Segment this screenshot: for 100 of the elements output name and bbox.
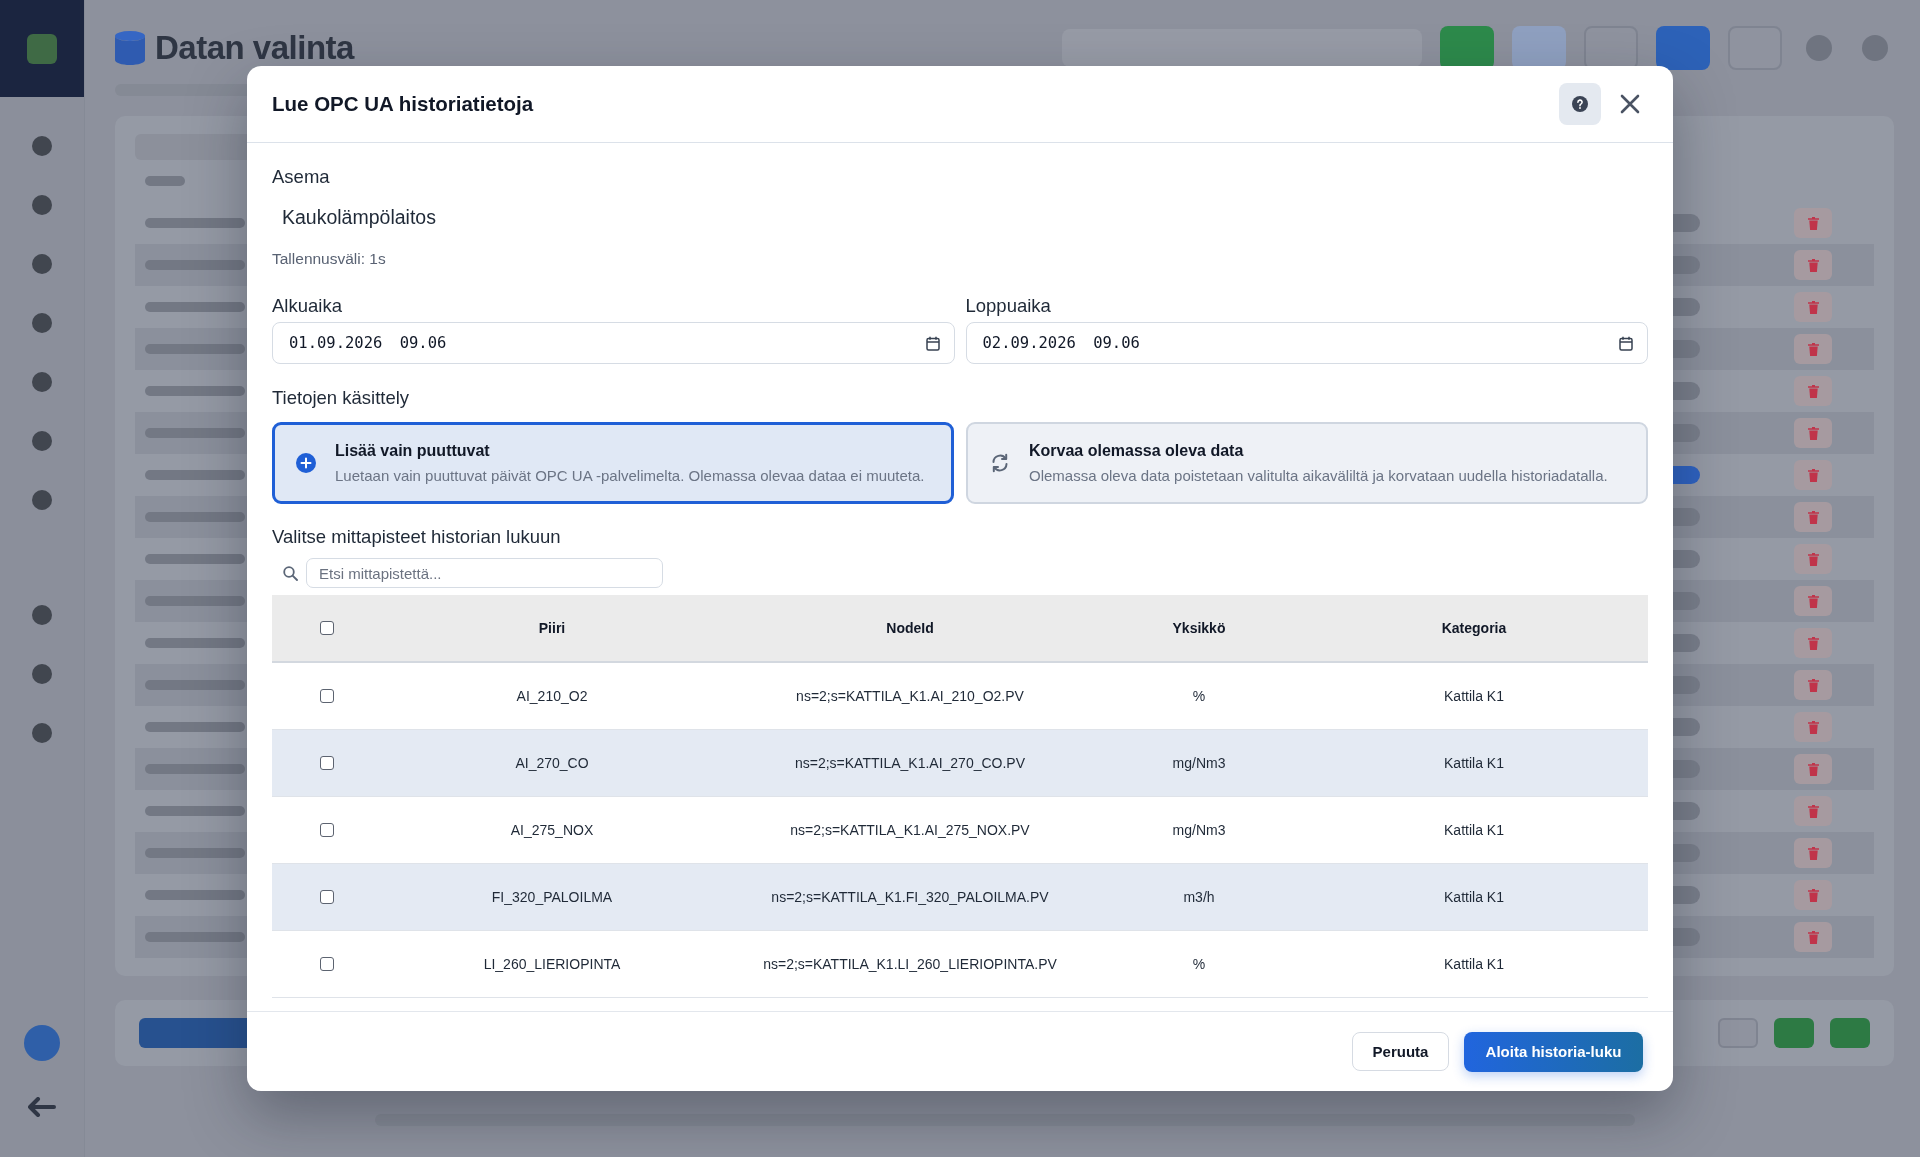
nav-icon[interactable] [32, 664, 52, 684]
table-cell: m3/h [1183, 889, 1215, 905]
table-cell: mg/Nm3 [1172, 822, 1226, 838]
dialog-title: Lue OPC UA historiatietoja [272, 92, 535, 116]
column-header: Yksikkö [1172, 620, 1226, 636]
delete-button[interactable] [1794, 502, 1832, 532]
delete-button[interactable] [1794, 376, 1832, 406]
close-button[interactable] [1619, 93, 1641, 115]
nav-icon[interactable] [32, 372, 52, 392]
refresh-icon [990, 453, 1010, 473]
checkbox[interactable] [320, 890, 334, 904]
delete-button[interactable] [1794, 712, 1832, 742]
toolbar-button[interactable] [1656, 26, 1710, 70]
table-cell: % [1192, 956, 1206, 972]
delete-button[interactable] [1794, 922, 1832, 952]
checkbox[interactable] [320, 957, 334, 971]
option-description: Olemassa oleva data poistetaan valitulta aikaväliltä ja korvataan uudella historiadatalla. [1029, 466, 1608, 485]
trash-icon [1807, 426, 1819, 440]
nav-icon[interactable] [32, 254, 52, 274]
checkbox[interactable] [320, 756, 334, 770]
trash-icon [1807, 258, 1819, 272]
nav-icon[interactable] [32, 431, 52, 451]
table-cell: Kattila K1 [1444, 956, 1504, 972]
trash-icon [1807, 594, 1819, 608]
column-header: NodeId [886, 620, 934, 636]
option-card[interactable]: Korvaa olemassa oleva data Olemassa oleva data poistetaan valitulta aikaväliltä ja korvataan uudella historiadatalla. [966, 422, 1648, 504]
nav-icon[interactable] [32, 136, 52, 156]
checkbox[interactable] [320, 823, 334, 837]
arrow-icon[interactable] [28, 1097, 56, 1117]
option-description: Luetaan vain puuttuvat päivät OPC UA -palvelimelta. Olemassa olevaa dataa ei muuteta. [335, 466, 925, 485]
option-title: Korvaa olemassa oleva data [1029, 441, 1244, 461]
delete-button[interactable] [1794, 628, 1832, 658]
delete-button[interactable] [1794, 586, 1832, 616]
help-button[interactable] [1559, 83, 1601, 125]
table-cell: ns=2;s=KATTILA_K1.FI_320_PALOILMA.PV [771, 889, 1049, 905]
table-cell: ns=2;s=KATTILA_K1.AI_270_CO.PV [794, 755, 1026, 771]
delete-button[interactable] [1794, 754, 1832, 784]
calendar-icon [925, 335, 940, 351]
table-cell: ns=2;s=KATTILA_K1.LI_260_LIERIOPINTA.PV [763, 956, 1057, 972]
database-icon [115, 31, 145, 65]
delete-button[interactable] [1794, 880, 1832, 910]
close-icon [1619, 93, 1641, 115]
trash-icon [1807, 720, 1819, 734]
section-label: Tietojen käsittely [272, 386, 410, 410]
delete-button[interactable] [1794, 418, 1832, 448]
table-cell: FI_320_PALOILMA [491, 889, 613, 905]
table-cell: Kattila K1 [1444, 889, 1504, 905]
station-value: Kaukolämpölaitos [282, 205, 436, 229]
trash-icon [1807, 804, 1819, 818]
table-cell: % [1192, 688, 1206, 704]
avatar-icon[interactable] [24, 1025, 60, 1061]
table-cell: ns=2;s=KATTILA_K1.AI_210_O2.PV [796, 688, 1024, 704]
station-selector[interactable] [1062, 29, 1422, 67]
table-cell: AI_275_NOX [510, 822, 594, 838]
delete-button[interactable] [1794, 544, 1832, 574]
delete-button[interactable] [1794, 250, 1832, 280]
trash-icon [1807, 216, 1819, 230]
trash-icon [1807, 552, 1819, 566]
trash-icon [1807, 342, 1819, 356]
cancel-button[interactable]: Peruuta [1352, 1032, 1449, 1071]
nav-icon[interactable] [32, 490, 52, 510]
nav-icon[interactable] [32, 605, 52, 625]
nav-icon[interactable] [32, 313, 52, 333]
field-label: Asema [272, 165, 330, 189]
delete-button[interactable] [1794, 796, 1832, 826]
delete-button[interactable] [1794, 292, 1832, 322]
checkbox[interactable] [320, 621, 334, 635]
trash-icon [1807, 678, 1819, 692]
datetime-field[interactable]: 01.09.2026 09.06 [272, 322, 955, 364]
help-icon [1572, 96, 1588, 112]
trash-icon [1807, 762, 1819, 776]
field-label: Alkuaika [272, 294, 342, 318]
checkbox[interactable] [320, 689, 334, 703]
trash-icon [1807, 888, 1819, 902]
nav-icon[interactable] [32, 195, 52, 215]
trash-icon [1807, 510, 1819, 524]
delete-button[interactable] [1794, 208, 1832, 238]
option-card[interactable]: Lisää vain puuttuvat Luetaan vain puuttuvat päivät OPC UA -palvelimelta. Olemassa olevaa dataa ei muuteta. [272, 422, 954, 504]
delete-button[interactable] [1794, 838, 1832, 868]
delete-button[interactable] [1794, 334, 1832, 364]
search-field[interactable]: Etsi mittapistettä... [306, 558, 663, 588]
table-cell: AI_210_O2 [516, 688, 588, 704]
nav-icon[interactable] [32, 723, 52, 743]
table-cell: Kattila K1 [1444, 822, 1504, 838]
trash-icon [1807, 384, 1819, 398]
start-button[interactable]: Aloita historia-luku [1464, 1031, 1643, 1072]
table-cell: Kattila K1 [1444, 688, 1504, 704]
delete-button[interactable] [1794, 460, 1832, 490]
trash-icon [1807, 846, 1819, 860]
header-text-bar [145, 176, 185, 186]
field-label: Loppuaika [965, 294, 1051, 318]
delete-button[interactable] [1794, 670, 1832, 700]
trash-icon [1807, 468, 1819, 482]
column-header: Kategoria [1441, 620, 1507, 636]
table-cell: LI_260_LIERIOPINTA [483, 956, 621, 972]
plus-circle-icon [296, 453, 316, 473]
table-cell: Kattila K1 [1444, 755, 1504, 771]
trash-icon [1807, 636, 1819, 650]
datetime-field[interactable]: 02.09.2026 09.06 [965, 322, 1648, 364]
calendar-icon [1619, 335, 1633, 351]
